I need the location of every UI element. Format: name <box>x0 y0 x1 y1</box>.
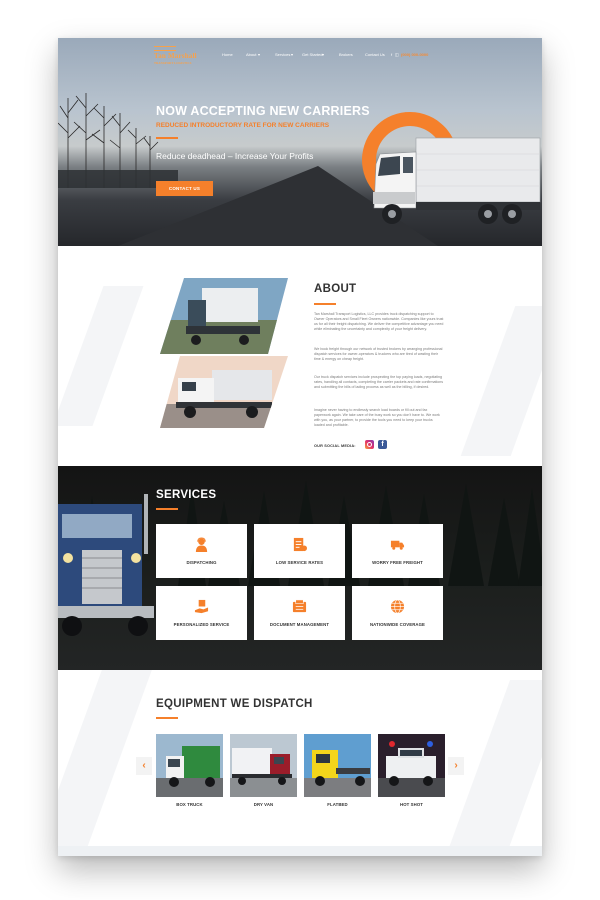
carousel-next-button[interactable]: › <box>448 757 464 775</box>
flatbed-image[interactable] <box>304 734 371 797</box>
nav-services[interactable]: Services <box>275 52 290 57</box>
hero-accent-rule <box>156 137 178 139</box>
equipment-label: BOX TRUCK <box>176 802 203 807</box>
hand-service-icon <box>194 599 209 614</box>
service-label: LOW SERVICE RATES <box>275 560 324 565</box>
chevron-down-icon[interactable]: ▾ <box>258 52 260 57</box>
services-accent-rule <box>156 508 178 510</box>
about-paragraph: Our truck dispatch services include pros… <box>314 375 444 389</box>
instagram-icon[interactable]: ◫ <box>395 52 399 57</box>
hot-shot-image[interactable] <box>378 734 445 797</box>
equipment-label: DRY VAN <box>253 802 274 807</box>
nav-get-started[interactable]: Get Started <box>302 52 322 57</box>
facebook-icon[interactable]: f <box>378 440 387 449</box>
about-title: ABOUT <box>314 283 357 295</box>
equipment-label: HOT SHOT <box>400 802 423 807</box>
service-label: PERSONALIZED SERVICE <box>173 622 230 627</box>
nav-phone-number[interactable]: (000) 000-0000 <box>401 52 428 57</box>
documents-icon <box>292 599 307 613</box>
hero-title: NOW ACCEPTING NEW CARRIERS <box>156 104 370 118</box>
company-logo[interactable]: Tan Marshall TRANSPORT LOGISTICS <box>154 46 206 65</box>
white-box-truck-image <box>373 137 541 224</box>
about-section: ABOUT Tan Marshall Transport Logistics, … <box>58 246 542 466</box>
footer-strip <box>58 846 542 856</box>
service-label: DOCUMENT MANAGEMENT <box>269 622 330 627</box>
service-label: DISPATCHING <box>186 560 217 565</box>
instagram-icon[interactable] <box>365 440 374 449</box>
service-card-low-rates[interactable]: LOW SERVICE RATES <box>254 524 345 578</box>
box-truck-image[interactable] <box>156 734 223 797</box>
service-card-dispatching[interactable]: DISPATCHING <box>156 524 247 578</box>
blue-semi-truck-image <box>58 494 154 636</box>
equipment-label: FLATBED <box>327 802 348 807</box>
social-media-label: OUR SOCIAL MEDIA: <box>314 444 356 448</box>
carousel-prev-button[interactable]: ‹ <box>136 757 152 775</box>
hero-section: Tan Marshall TRANSPORT LOGISTICS Home Ab… <box>58 38 542 246</box>
service-card-personalized[interactable]: PERSONALIZED SERVICE <box>156 586 247 640</box>
services-section: SERVICES DISPATCHING LOW SERVICE RATES W… <box>58 466 542 670</box>
hero-tagline: Reduce deadhead – Increase Your Profits <box>156 151 314 161</box>
equipment-section: EQUIPMENT WE DISPATCH ‹ › BOX TRUCK DRY … <box>58 670 542 856</box>
about-paragraph: We book freight through our network of t… <box>314 347 443 361</box>
delivery-truck-icon <box>390 540 405 550</box>
nav-brokers[interactable]: Brokers <box>339 52 353 57</box>
top-navbar: Tan Marshall TRANSPORT LOGISTICS Home Ab… <box>58 44 542 65</box>
service-card-nationwide[interactable]: NATIONWIDE COVERAGE <box>352 586 443 640</box>
website-page: Tan Marshall TRANSPORT LOGISTICS Home Ab… <box>58 38 542 856</box>
rates-document-icon <box>293 537 307 552</box>
about-trucks-image <box>160 278 288 428</box>
about-paragraph: Imagine never having to endlessly search… <box>314 408 440 427</box>
facebook-icon[interactable]: f <box>391 52 392 57</box>
globe-icon <box>390 599 405 614</box>
service-label: NATIONWIDE COVERAGE <box>369 622 426 627</box>
service-card-document-management[interactable]: DOCUMENT MANAGEMENT <box>254 586 345 640</box>
chevron-down-icon[interactable]: ▾ <box>291 52 293 57</box>
hero-subtitle: REDUCED INTRODUCTORY RATE FOR NEW CARRIE… <box>156 122 330 129</box>
nav-contact-us[interactable]: Contact Us <box>365 52 385 57</box>
about-paragraph: Tan Marshall Transport Logistics, LLC pr… <box>314 312 444 331</box>
service-label: WORRY FREE FREIGHT <box>372 560 423 565</box>
contact-us-button[interactable]: CONTACT US <box>156 181 213 196</box>
nav-about[interactable]: About <box>246 52 256 57</box>
dry-van-image[interactable] <box>230 734 297 797</box>
chevron-down-icon[interactable]: ▾ <box>322 52 324 57</box>
equipment-title: EQUIPMENT WE DISPATCH <box>156 698 313 710</box>
dispatcher-icon <box>195 537 208 552</box>
services-title: SERVICES <box>156 489 217 501</box>
nav-home[interactable]: Home <box>222 52 233 57</box>
equipment-accent-rule <box>156 717 178 719</box>
about-accent-rule <box>314 303 336 305</box>
service-card-worry-free[interactable]: WORRY FREE FREIGHT <box>352 524 443 578</box>
